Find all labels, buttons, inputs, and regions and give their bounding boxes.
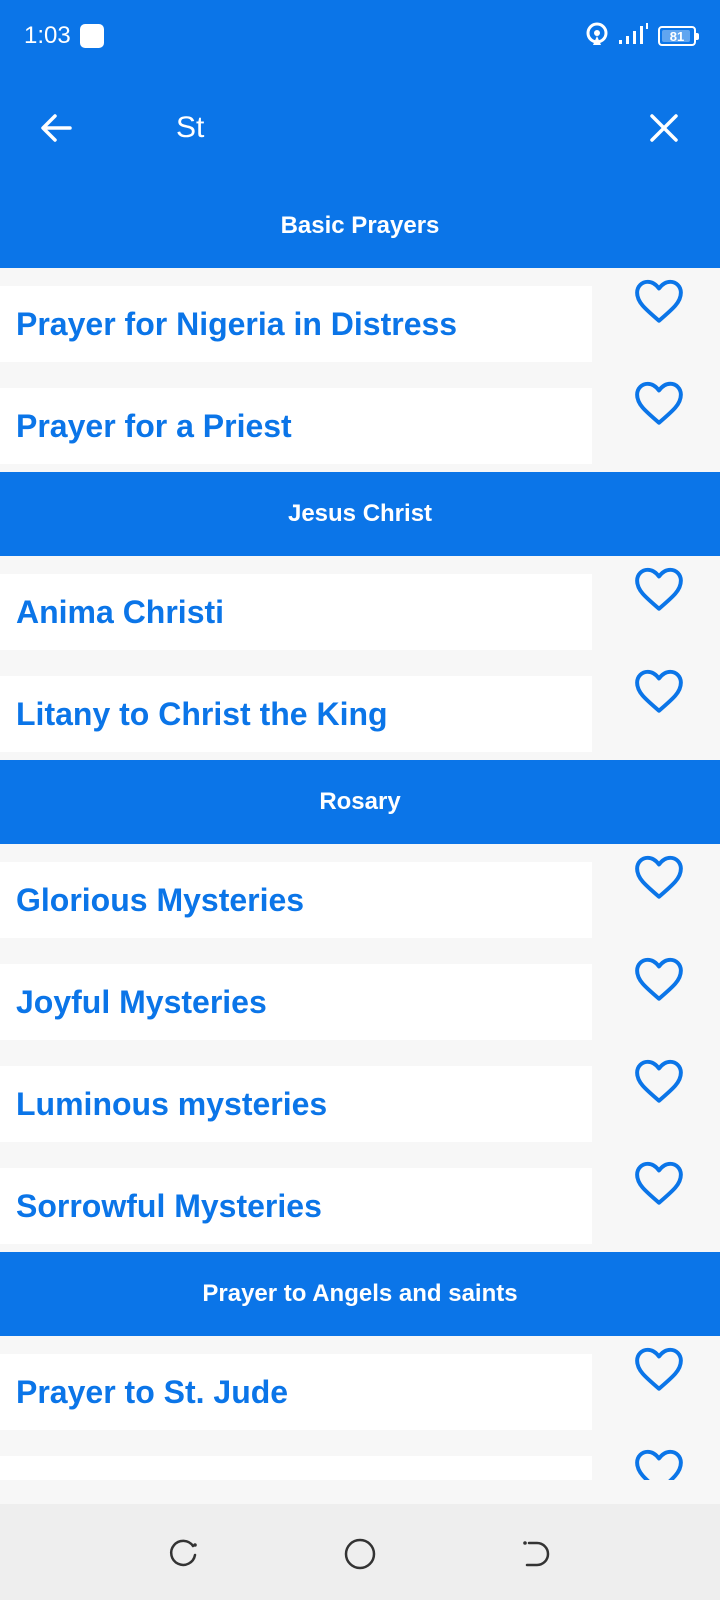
heart-icon	[635, 1347, 683, 1391]
favorite-button[interactable]	[632, 1446, 686, 1480]
favorite-button[interactable]	[632, 954, 686, 1006]
prayer-card[interactable]: Glorious Mysteries	[0, 862, 592, 938]
close-icon	[650, 114, 678, 142]
heart-icon	[635, 1059, 683, 1103]
status-bar: 1:03 81	[0, 0, 720, 76]
prayer-title: Prayer for Nigeria in Distress	[16, 305, 458, 342]
heart-icon	[635, 855, 683, 899]
search-input[interactable]	[176, 106, 596, 150]
heart-icon	[635, 381, 683, 425]
battery-icon: 81	[658, 26, 699, 46]
recent-apps-button[interactable]	[164, 1534, 204, 1574]
list-item[interactable]: Litany to Christ the King	[0, 658, 720, 760]
section-header: Rosary	[0, 760, 720, 844]
list-item[interactable]: Sorrowful Mysteries	[0, 1150, 720, 1252]
recent-apps-icon	[169, 1539, 197, 1567]
signal-icon	[618, 22, 650, 51]
heart-icon	[635, 1161, 683, 1205]
heart-icon	[635, 567, 683, 611]
section-header: Jesus Christ	[0, 472, 720, 556]
list-item[interactable]: Anima Christi	[0, 556, 720, 658]
prayer-card[interactable]: Prayer for a Priest	[0, 388, 592, 464]
list-item[interactable]: Joyful Mysteries	[0, 946, 720, 1048]
favorite-button[interactable]	[632, 1158, 686, 1210]
app-bar	[0, 76, 720, 180]
prayer-card[interactable]: Prayer to St. Jude	[0, 1354, 592, 1430]
system-nav-bar	[0, 1504, 720, 1600]
prayer-list[interactable]: Basic Prayers Prayer for Nigeria in Dist…	[0, 180, 720, 1480]
prayer-card[interactable]: Sorrowful Mysteries	[0, 1168, 592, 1244]
list-item[interactable]: Glorious Mysteries	[0, 844, 720, 946]
back-button[interactable]	[32, 104, 80, 152]
prayer-card[interactable]: Anima Christi	[0, 574, 592, 650]
favorite-button[interactable]	[632, 276, 686, 328]
heart-icon	[635, 669, 683, 713]
list-item[interactable]: Prayer for Nigeria in Distress	[0, 268, 720, 370]
prayer-title: Sorrowful Mysteries	[16, 1187, 322, 1224]
list-item[interactable]: Prayer to St. Jude	[0, 1336, 720, 1438]
prayer-title: Joyful Mysteries	[16, 983, 267, 1020]
home-button[interactable]	[340, 1534, 380, 1574]
status-time: 1:03	[24, 22, 71, 49]
favorite-button[interactable]	[632, 1056, 686, 1108]
prayer-card[interactable]: Litany to Christ the King	[0, 676, 592, 752]
list-item[interactable]	[0, 1438, 720, 1480]
prayer-title: Luminous mysteries	[16, 1085, 328, 1122]
prayer-card[interactable]: Luminous mysteries	[0, 1066, 592, 1142]
section-header: Prayer to Angels and saints	[0, 1252, 720, 1336]
prayer-title: Prayer to St. Jude	[16, 1373, 289, 1410]
prayer-title: Prayer for a Priest	[16, 407, 292, 444]
heart-icon	[635, 1449, 683, 1480]
prayer-title: Glorious Mysteries	[16, 881, 305, 918]
battery-level: 81	[669, 28, 685, 44]
list-item[interactable]: Luminous mysteries	[0, 1048, 720, 1150]
clear-search-button[interactable]	[640, 104, 688, 152]
favorite-button[interactable]	[632, 1344, 686, 1396]
heart-icon	[635, 957, 683, 1001]
hotspot-icon	[584, 21, 610, 52]
favorite-button[interactable]	[632, 378, 686, 430]
back-icon	[523, 1541, 550, 1567]
heart-icon	[635, 279, 683, 323]
status-indicators: 81	[584, 21, 699, 52]
prayer-card[interactable]: Joyful Mysteries	[0, 964, 592, 1040]
section-header: Basic Prayers	[0, 180, 720, 268]
list-item[interactable]: Prayer for a Priest	[0, 370, 720, 472]
app-notification-icon	[80, 24, 104, 48]
prayer-title: Anima Christi	[16, 593, 225, 630]
favorite-button[interactable]	[632, 564, 686, 616]
arrow-left-icon	[41, 114, 72, 142]
favorite-button[interactable]	[632, 852, 686, 904]
prayer-title: Litany to Christ the King	[16, 695, 388, 732]
favorite-button[interactable]	[632, 666, 686, 718]
system-back-button[interactable]	[516, 1534, 556, 1574]
prayer-card[interactable]: Prayer for Nigeria in Distress	[0, 286, 592, 362]
prayer-card[interactable]	[0, 1456, 592, 1480]
home-icon	[344, 1538, 376, 1570]
